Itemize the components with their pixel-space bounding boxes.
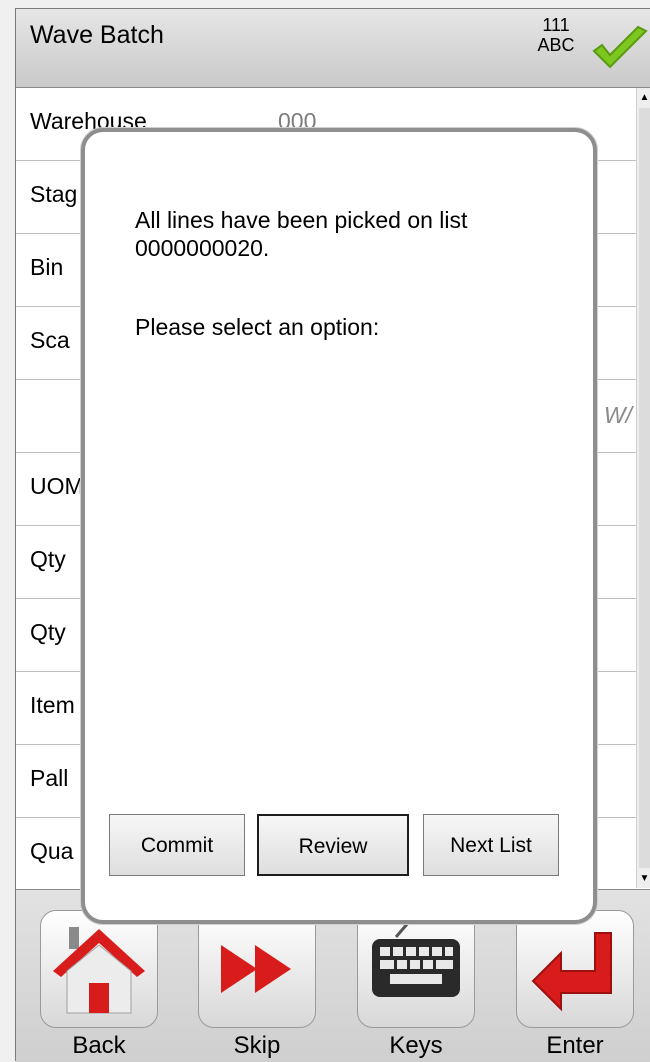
dialog-prompt: Please select an option:: [135, 314, 380, 340]
keys-button-tile: [357, 910, 475, 1028]
title-bar: Wave Batch 111 ABC: [16, 9, 650, 88]
field-label: Item: [30, 692, 75, 718]
review-button[interactable]: Review: [257, 814, 409, 876]
home-icon: [53, 927, 145, 1014]
field-label: Qua: [30, 838, 74, 864]
field-label: Qty: [30, 546, 66, 572]
skip-label: Skip: [233, 1032, 281, 1059]
enter-button-tile: [516, 910, 634, 1028]
scroll-up-icon[interactable]: ▲: [637, 90, 650, 105]
back-button[interactable]: Back: [40, 910, 158, 1060]
list-complete-dialog: All lines have been picked on list 00000…: [81, 128, 597, 924]
scroll-down-icon[interactable]: ▼: [637, 871, 650, 886]
enter-button[interactable]: Enter: [516, 910, 634, 1060]
skip-button[interactable]: Skip: [198, 910, 316, 1060]
scroll-thumb[interactable]: [639, 108, 650, 868]
keyboard-icon: [372, 922, 460, 997]
fast-forward-icon: [221, 945, 291, 993]
field-label: Sca: [30, 327, 70, 353]
field-label: Qty: [30, 619, 66, 645]
status-indicator: 111 ABC: [526, 15, 586, 55]
commit-button[interactable]: Commit: [109, 814, 245, 876]
back-label: Back: [72, 1032, 126, 1059]
field-label: Stag: [30, 181, 78, 207]
skip-button-tile: [198, 910, 316, 1028]
enter-arrow-icon: [531, 932, 612, 1012]
enter-label: Enter: [546, 1032, 604, 1059]
vertical-scrollbar[interactable]: ▲ ▼: [636, 88, 650, 888]
keys-label: Keys: [389, 1032, 443, 1059]
field-label: Bin: [30, 254, 64, 280]
status-mode: ABC: [537, 35, 575, 55]
check-icon[interactable]: [590, 25, 650, 75]
status-number: 111: [542, 15, 570, 35]
dialog-message: All lines have been picked on list 00000…: [135, 207, 468, 261]
page-title: Wave Batch: [30, 21, 164, 49]
next-list-button[interactable]: Next List: [423, 814, 559, 876]
field-label: Pall: [30, 765, 69, 791]
field-label: UOM: [30, 473, 84, 499]
back-button-tile: [40, 910, 158, 1028]
field-hint: W/: [603, 402, 632, 428]
keys-button[interactable]: Keys: [357, 910, 475, 1060]
